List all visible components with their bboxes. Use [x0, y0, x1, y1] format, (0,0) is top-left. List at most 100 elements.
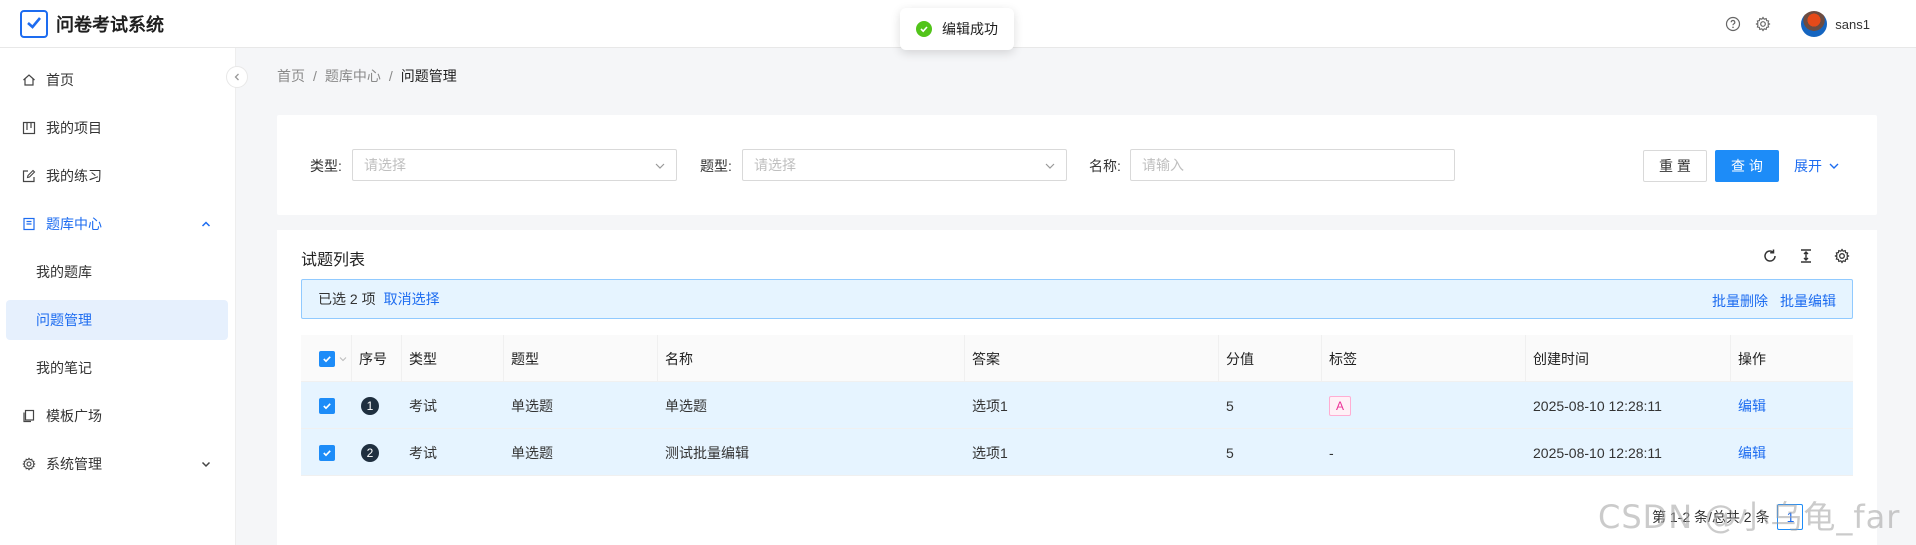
column-header-qtype: 题型 [511, 350, 539, 367]
type-select-placeholder: 请选择 [364, 157, 406, 173]
sidebar-subitem-question-manage[interactable]: 问题管理 [6, 300, 228, 340]
sidebar-subitem-notes[interactable]: 我的笔记 [6, 348, 228, 388]
selection-alert: 已选 2 项 取消选择 批量删除 批量编辑 [301, 279, 1853, 319]
sidebar-item-question-bank[interactable]: 题库中心 [6, 204, 228, 244]
name-label: 名称: [1089, 158, 1121, 174]
checkbox-checked-icon [319, 397, 335, 414]
row-checkbox[interactable] [319, 382, 335, 429]
check-circle-icon [916, 21, 932, 37]
tag-badge: A [1329, 395, 1351, 416]
search-panel: 类型: 请选择 题型: 请选择 名称: 请输入 重 置 查 询 展开 [277, 115, 1877, 215]
sidebar-item-label: 系统管理 [46, 456, 102, 472]
batch-delete-link[interactable]: 批量删除 [1712, 291, 1768, 311]
checkbox-logo-icon [20, 9, 48, 38]
reset-button[interactable]: 重 置 [1643, 150, 1707, 182]
cell-qtype: 单选题 [511, 444, 553, 461]
sidebar-item-label: 题库中心 [46, 216, 102, 232]
sidebar-item-practice[interactable]: 我的练习 [6, 156, 228, 196]
chevron-down-icon[interactable] [339, 355, 347, 363]
qtype-select[interactable]: 请选择 [742, 149, 1067, 181]
sidebar-item-label: 我的练习 [46, 168, 102, 184]
cell-score: 5 [1226, 397, 1234, 414]
chevron-up-icon [200, 217, 212, 233]
expand-link[interactable]: 展开 [1794, 156, 1840, 176]
column-height-icon[interactable] [1797, 247, 1815, 265]
cancel-selection-link[interactable]: 取消选择 [384, 289, 440, 309]
sidebar-subitem-label: 我的笔记 [36, 360, 92, 376]
sidebar-item-system[interactable]: 系统管理 [6, 444, 228, 484]
cell-created: 2025-08-10 12:28:11 [1533, 397, 1662, 414]
gear-icon [22, 457, 36, 471]
cell-type: 考试 [409, 397, 437, 414]
project-icon [22, 121, 36, 135]
column-header-index: 序号 [359, 350, 387, 367]
success-toast: 编辑成功 [900, 8, 1014, 50]
cell-tag: A [1329, 382, 1351, 429]
breadcrumb-current: 问题管理 [400, 68, 457, 84]
row-index: 1 [361, 382, 379, 429]
header-actions: sans1 [1711, 0, 1870, 48]
app-logo[interactable]: 问卷考试系统 [20, 9, 164, 38]
cell-created: 2025-08-10 12:28:11 [1533, 444, 1662, 461]
edit-link[interactable]: 编辑 [1738, 429, 1766, 476]
select-all-checkbox[interactable] [319, 335, 347, 382]
breadcrumb-question-bank[interactable]: 题库中心 [325, 66, 381, 86]
sidebar-subitem-my-bank[interactable]: 我的题库 [6, 252, 228, 292]
questions-table: 序号 类型 题型 名称 答案 分值 标签 创建时间 操作 1 考试 单选题 单选… [301, 335, 1853, 476]
cell-answer: 选项1 [972, 397, 1008, 414]
sidebar-item-label: 我的项目 [46, 120, 102, 136]
name-input[interactable]: 请输入 [1130, 149, 1455, 181]
toast-message: 编辑成功 [942, 21, 998, 37]
settings-icon[interactable] [1833, 247, 1851, 265]
column-header-created: 创建时间 [1533, 350, 1589, 367]
cell-name: 单选题 [665, 397, 707, 414]
type-label: 类型: [310, 158, 342, 174]
name-input-placeholder: 请输入 [1142, 157, 1184, 173]
checkbox-checked-icon [319, 350, 335, 367]
user-menu[interactable]: sans1 [1801, 11, 1870, 37]
chevron-left-icon [234, 73, 239, 81]
column-header-action: 操作 [1738, 350, 1766, 367]
cell-score: 5 [1226, 444, 1234, 461]
reload-icon[interactable] [1761, 247, 1779, 265]
chevron-down-icon [654, 159, 666, 175]
app-title: 问卷考试系统 [56, 14, 164, 35]
cell-name: 测试批量编辑 [665, 444, 749, 461]
sidebar-collapse-button[interactable] [226, 66, 248, 88]
sidebar: 首页 我的项目 我的练习 题库中心 我的题库 问题管理 我的笔记 模板广场 系统… [0, 48, 236, 545]
watermark: CSDN @小乌龟_far [1598, 498, 1901, 536]
selection-count: 已选 2 项 [318, 291, 376, 307]
chevron-down-icon [200, 457, 212, 473]
row-checkbox[interactable] [319, 429, 335, 476]
sidebar-subitem-label: 问题管理 [36, 312, 92, 328]
column-header-tag: 标签 [1329, 350, 1357, 367]
batch-actions: 批量删除 批量编辑 [1700, 291, 1836, 311]
expand-label: 展开 [1794, 158, 1822, 174]
row-index-badge: 2 [361, 443, 379, 462]
sidebar-item-home[interactable]: 首页 [6, 60, 228, 100]
batch-edit-link[interactable]: 批量编辑 [1780, 291, 1836, 311]
sidebar-item-projects[interactable]: 我的项目 [6, 108, 228, 148]
sidebar-item-templates[interactable]: 模板广场 [6, 396, 228, 436]
edit-link[interactable]: 编辑 [1738, 382, 1766, 429]
breadcrumb: 首页 / 题库中心 / 问题管理 [277, 66, 457, 86]
row-index: 2 [361, 429, 379, 476]
table-row[interactable]: 1 考试 单选题 单选题 选项1 5 A 2025-08-10 12:28:11… [301, 382, 1853, 429]
sidebar-item-label: 模板广场 [46, 408, 102, 424]
help-icon[interactable] [1725, 16, 1741, 32]
table-row[interactable]: 2 考试 单选题 测试批量编辑 选项1 5 - 2025-08-10 12:28… [301, 429, 1853, 476]
breadcrumb-home[interactable]: 首页 [277, 66, 305, 86]
book-icon [22, 217, 36, 231]
column-header-name: 名称 [665, 350, 693, 367]
avatar [1801, 11, 1828, 37]
edit-icon [22, 169, 36, 183]
column-header-answer: 答案 [972, 350, 1000, 367]
chevron-down-icon [1828, 160, 1840, 172]
gear-icon[interactable] [1755, 16, 1771, 32]
table-header-row: 序号 类型 题型 名称 答案 分值 标签 创建时间 操作 [301, 335, 1853, 382]
column-header-score: 分值 [1226, 350, 1254, 367]
query-button[interactable]: 查 询 [1715, 150, 1779, 182]
type-select[interactable]: 请选择 [352, 149, 677, 181]
breadcrumb-separator: / [388, 68, 393, 84]
row-index-badge: 1 [361, 396, 379, 415]
